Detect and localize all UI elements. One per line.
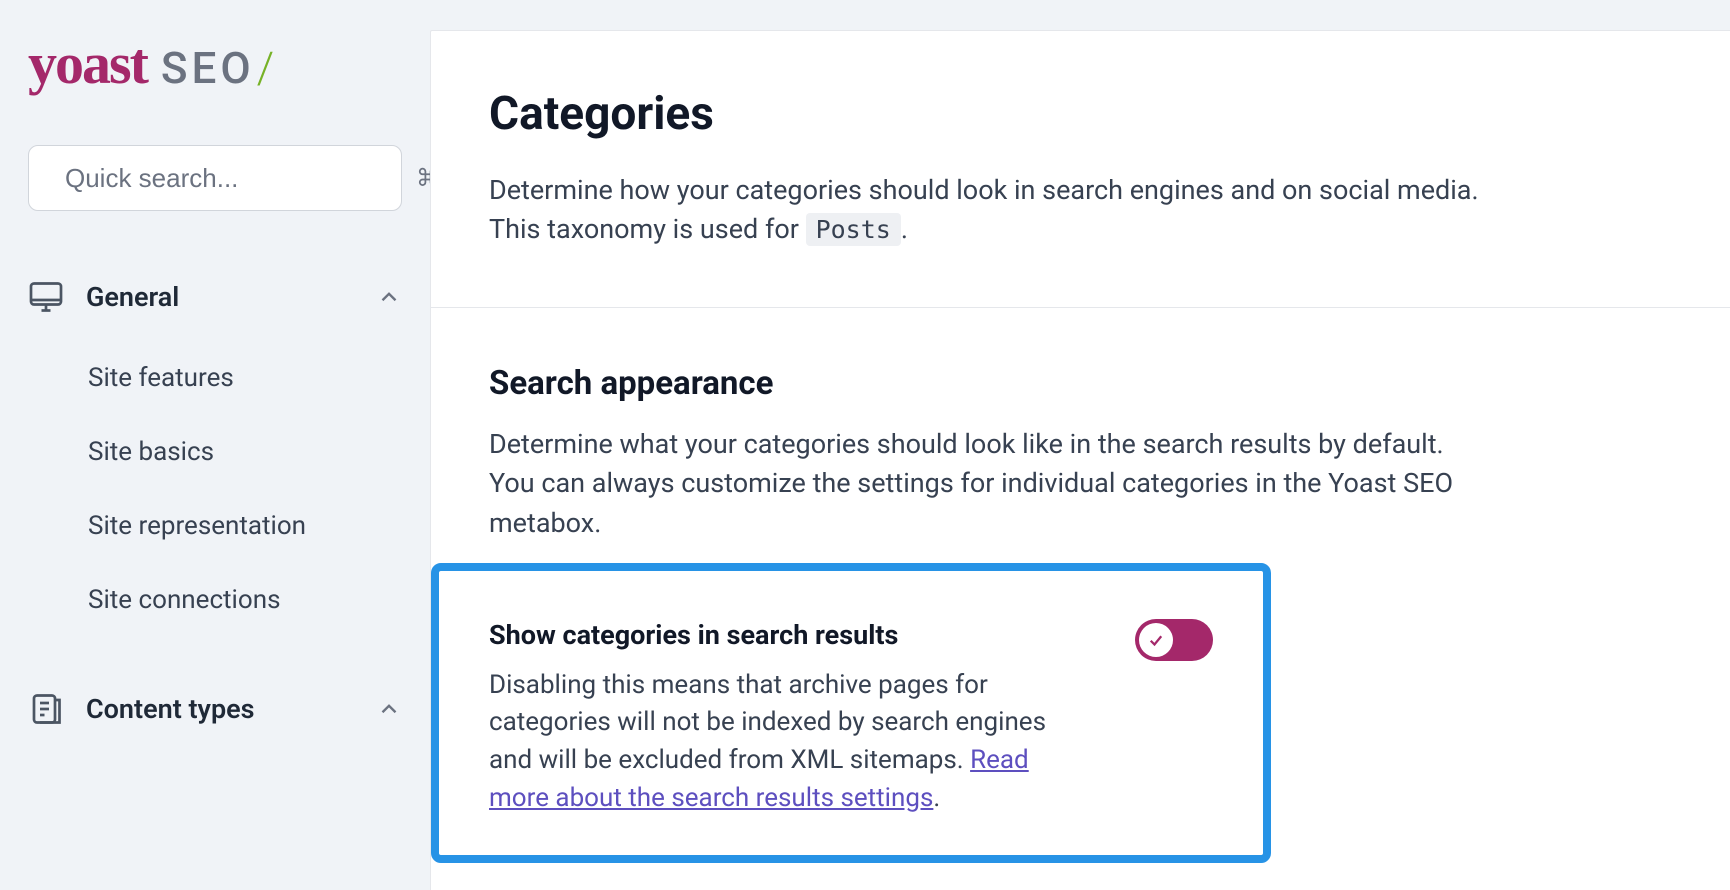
sidebar-group-general[interactable]: General	[28, 267, 402, 327]
search-box[interactable]: ⌘K	[28, 145, 402, 211]
section-description: Determine what your categories should lo…	[489, 425, 1489, 542]
monitor-icon	[28, 279, 64, 315]
page-title: Categories	[489, 87, 1672, 141]
page-description: Determine how your categories should loo…	[489, 171, 1489, 249]
sidebar-group-general-items: Site features Site basics Site represent…	[28, 341, 402, 637]
toggle-knob	[1139, 623, 1173, 657]
section-title: Search appearance	[489, 364, 1672, 403]
show-in-search-toggle[interactable]	[1135, 619, 1213, 661]
highlighted-setting: Show categories in search results Disabl…	[431, 563, 1271, 864]
section-divider	[431, 307, 1730, 308]
logo-slash: /	[257, 42, 275, 94]
page-description-leading: Determine how your categories should loo…	[489, 174, 1479, 245]
search-appearance-section: Search appearance Determine what your ca…	[489, 364, 1672, 863]
chevron-up-icon	[376, 284, 402, 310]
sidebar-item-site-features[interactable]: Site features	[88, 341, 402, 415]
search-input[interactable]	[65, 163, 400, 194]
check-icon	[1147, 631, 1165, 649]
page-description-trailing: .	[901, 213, 908, 245]
sidebar: yoast SEO/ ⌘K General	[0, 0, 430, 890]
main-panel: Categories Determine how your categories…	[430, 30, 1730, 890]
setting-description-trailing: .	[933, 783, 940, 813]
sidebar-item-site-representation[interactable]: Site representation	[88, 489, 402, 563]
setting-label: Show categories in search results	[489, 619, 1049, 651]
sidebar-nav: General Site features Site basics Site r…	[28, 267, 402, 739]
logo-suffix: SEO	[161, 42, 255, 94]
setting-description-text: Disabling this means that archive pages …	[489, 670, 1046, 775]
sidebar-item-site-connections[interactable]: Site connections	[88, 563, 402, 637]
sidebar-group-label: General	[86, 281, 179, 313]
sidebar-group-content-types[interactable]: Content types	[28, 679, 402, 739]
document-icon	[28, 691, 64, 727]
sidebar-group-label: Content types	[86, 693, 255, 725]
logo: yoast SEO/	[28, 30, 402, 145]
chevron-up-icon	[376, 696, 402, 722]
page-description-code: Posts	[806, 213, 901, 246]
setting-description: Disabling this means that archive pages …	[489, 667, 1049, 818]
logo-brand: yoast	[28, 30, 147, 97]
sidebar-item-site-basics[interactable]: Site basics	[88, 415, 402, 489]
